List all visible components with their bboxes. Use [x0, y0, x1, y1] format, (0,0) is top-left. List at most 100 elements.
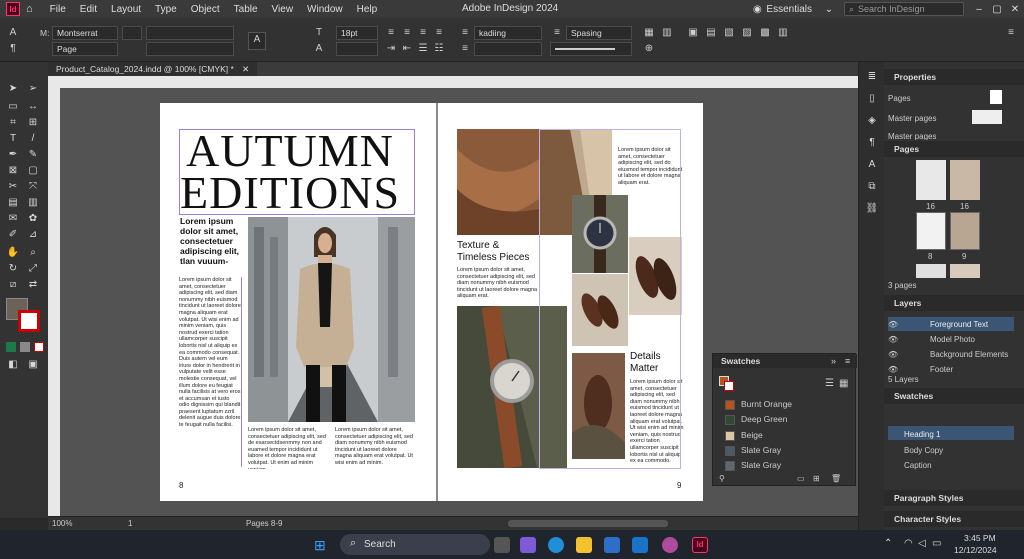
leading-field[interactable]: [336, 42, 378, 56]
menu-table[interactable]: Table: [234, 4, 258, 15]
page-8[interactable]: AUTUMN EDITIONS Lorem ipsum dolor sit am…: [160, 103, 436, 501]
collapse-icon[interactable]: »: [831, 356, 836, 366]
baseline-field[interactable]: [474, 42, 542, 56]
paragraph-icon[interactable]: ¶: [865, 136, 879, 150]
preview-mode-icon[interactable]: ▣: [26, 358, 40, 372]
layers-icon[interactable]: ◈: [865, 114, 879, 128]
split-icon[interactable]: ▩: [758, 26, 772, 40]
swatch-options-icon[interactable]: ⚲: [719, 474, 725, 483]
character-formatting-icon[interactable]: A: [6, 26, 20, 40]
minimize-icon[interactable]: –: [970, 4, 988, 15]
list-view-icon[interactable]: ☰: [825, 378, 834, 389]
workspace-switcher[interactable]: Essentials: [766, 4, 812, 15]
page-9[interactable]: Lorem ipsum dolor sit amet, consectetuer…: [438, 103, 703, 501]
gap-tool-icon[interactable]: ↔: [26, 100, 40, 114]
pencil-tool-icon[interactable]: ✎: [26, 148, 40, 162]
store-icon[interactable]: [604, 537, 620, 553]
scale-tool-icon[interactable]: ⤢: [26, 262, 40, 276]
menu-type[interactable]: Type: [155, 4, 177, 15]
headline-frame[interactable]: AUTUMN EDITIONS: [179, 128, 415, 216]
line-tool-icon[interactable]: /: [26, 132, 40, 146]
cloud-icon[interactable]: ◉: [748, 4, 766, 15]
intro-text[interactable]: Lorem ipsum dolor sit amet, consectetuer…: [180, 216, 244, 266]
stroke-swatch[interactable]: [18, 310, 40, 332]
reference-select[interactable]: Page: [52, 42, 118, 56]
free-transform-tool-icon[interactable]: ⤧: [26, 180, 40, 194]
wrap-icon[interactable]: ▧: [722, 26, 736, 40]
gradient-tool-icon[interactable]: ▤: [6, 196, 20, 210]
app-icon[interactable]: [662, 537, 678, 553]
volume-icon[interactable]: ◁: [918, 538, 926, 549]
zoom-tool-icon[interactable]: ⌕: [26, 246, 40, 260]
numbered-list-icon[interactable]: ☷: [432, 42, 446, 56]
wifi-icon[interactable]: ◠: [904, 538, 913, 549]
note-tool-icon[interactable]: ✉: [6, 212, 20, 226]
page-number-field[interactable]: 1: [128, 519, 132, 528]
texture-body[interactable]: Lorem ipsum dolor sit amet, consectetuer…: [457, 267, 539, 299]
layer-name[interactable]: Footer: [930, 365, 953, 374]
layer-name[interactable]: Background Elements: [930, 350, 1008, 359]
body-column-1[interactable]: Lorem ipsum dolor sit amet, consectetuer…: [179, 277, 241, 467]
pages-icon[interactable]: ▯: [865, 92, 879, 106]
panel-menu-icon[interactable]: ≡: [1004, 26, 1018, 40]
style-name[interactable]: Caption: [904, 461, 932, 470]
frame-fit-icon[interactable]: ▣: [686, 26, 700, 40]
pen-tool-icon[interactable]: ✒: [6, 148, 20, 162]
page-thumb[interactable]: [950, 212, 980, 250]
panel-menu-icon[interactable]: ≡: [845, 356, 850, 366]
menu-view[interactable]: View: [272, 4, 294, 15]
search-input[interactable]: ⌕ Search InDesign: [844, 2, 964, 16]
properties-icon[interactable]: ≣: [865, 70, 879, 84]
hand-tool-icon[interactable]: ✋: [6, 246, 20, 260]
layers-panel-title[interactable]: Layers: [884, 295, 1024, 311]
delete-swatch-icon[interactable]: 🗑: [831, 474, 841, 483]
swatch-row[interactable]: Beige: [725, 428, 845, 442]
character-icon[interactable]: A: [865, 158, 879, 172]
body-column-2[interactable]: Lorem ipsum dolor sit amet, consectetuer…: [248, 427, 330, 469]
outdent-icon[interactable]: ⇤: [400, 42, 414, 56]
style-name[interactable]: Heading 1: [904, 430, 940, 439]
balance-icon[interactable]: ▥: [776, 26, 790, 40]
page-thumb[interactable]: [950, 160, 980, 200]
align-center-icon[interactable]: ≡: [400, 26, 414, 40]
menu-window[interactable]: Window: [307, 4, 343, 15]
eye-icon[interactable]: 👁: [888, 335, 898, 344]
body-column-3[interactable]: Lorem ipsum dolor sit amet, consectetuer…: [335, 427, 415, 469]
eye-icon[interactable]: 👁: [888, 350, 898, 359]
indent-icon[interactable]: ⇥: [384, 42, 398, 56]
kerning-field[interactable]: kadiing: [474, 26, 542, 40]
page-thumb[interactable]: [916, 212, 946, 250]
maximize-icon[interactable]: ▢: [988, 4, 1006, 15]
span-icon[interactable]: ▨: [740, 26, 754, 40]
font-size-field[interactable]: 18pt: [336, 26, 378, 40]
windows-start-icon[interactable]: ⊞: [314, 537, 330, 553]
paragraph-styles-title[interactable]: Paragraph Styles: [884, 490, 1024, 506]
heading-texture[interactable]: Texture &: [457, 240, 499, 252]
eye-icon[interactable]: 👁: [888, 365, 898, 374]
new-group-icon[interactable]: ▭: [797, 474, 805, 483]
close-icon[interactable]: ✕: [1006, 4, 1024, 15]
rotate-tool-icon[interactable]: ↻: [6, 262, 20, 276]
apply-gradient-icon[interactable]: [20, 342, 30, 352]
normal-mode-icon[interactable]: ◧: [6, 358, 20, 372]
chevron-down-icon[interactable]: ⌄: [820, 4, 838, 15]
horizontal-scrollbar[interactable]: [508, 520, 668, 527]
font-variant-select[interactable]: [146, 42, 234, 56]
type-tool-icon[interactable]: T: [6, 132, 20, 146]
clock-time[interactable]: 3:45 PM: [964, 533, 996, 543]
justify-icon[interactable]: ≡: [432, 26, 446, 40]
properties-panel-title[interactable]: Properties: [884, 69, 1024, 85]
page-thumb[interactable]: [916, 264, 946, 278]
swatches-panel-title[interactable]: Swatches: [884, 388, 1024, 404]
fabric-photo[interactable]: [457, 129, 539, 235]
apply-none-icon[interactable]: [34, 342, 44, 352]
menu-edit[interactable]: Edit: [80, 4, 97, 15]
page-tool-icon[interactable]: ▭: [6, 100, 20, 114]
grid-view-icon[interactable]: ▦: [839, 378, 848, 389]
direct-selection-tool-icon[interactable]: ➢: [26, 82, 40, 96]
properties-row-pages[interactable]: Pages: [888, 94, 911, 103]
align-left-icon[interactable]: ≡: [384, 26, 398, 40]
chevron-up-icon[interactable]: ⌃: [884, 538, 892, 549]
menu-help[interactable]: Help: [357, 4, 378, 15]
list-icon[interactable]: ☰: [416, 42, 430, 56]
